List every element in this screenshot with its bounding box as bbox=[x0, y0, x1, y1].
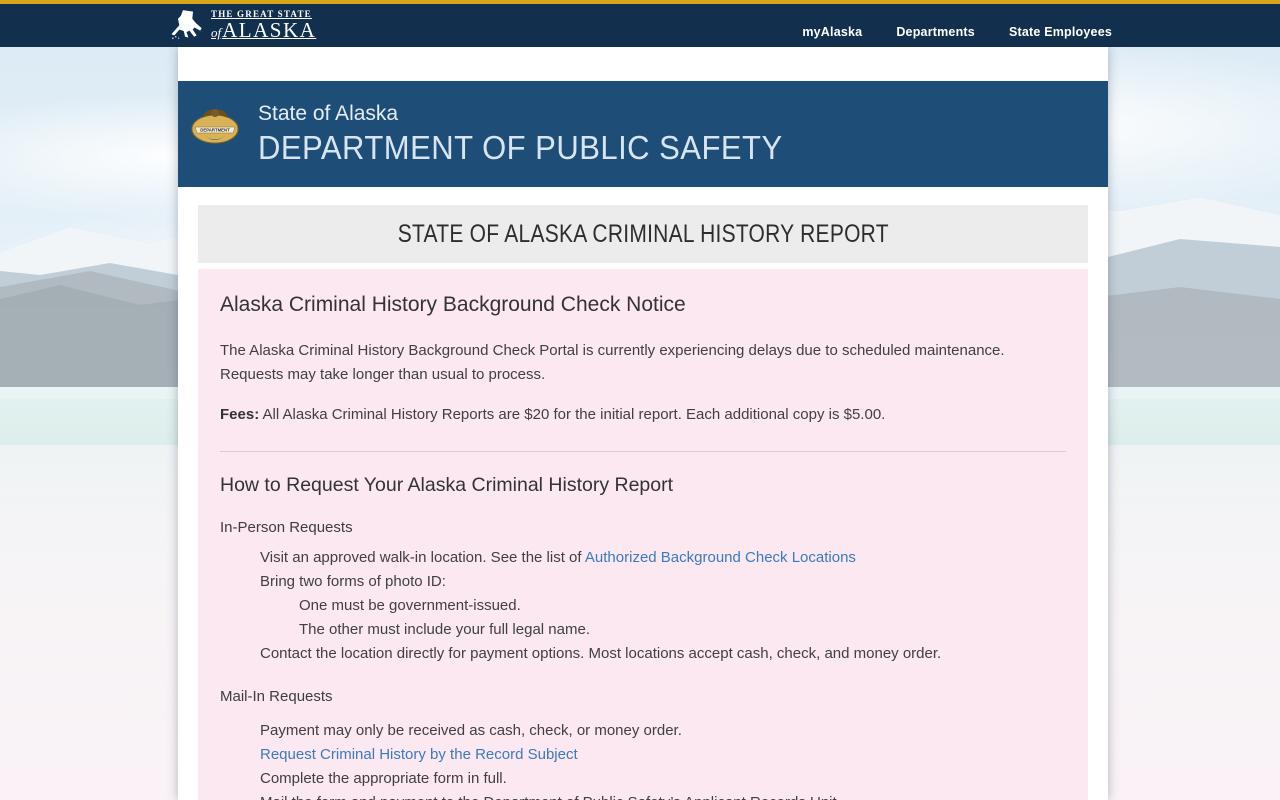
in-person-requests-heading: In-Person Requests bbox=[220, 519, 353, 536]
list-item: Request Criminal History by the Record S… bbox=[220, 743, 1066, 767]
request-by-record-subject-link[interactable]: Request Criminal History by the Record S… bbox=[260, 746, 578, 763]
notice-heading: Alaska Criminal History Background Check… bbox=[220, 293, 686, 316]
mail-in-requests-list: Payment may only be received as cash, ch… bbox=[220, 719, 1066, 800]
criminal-history-info-panel: Alaska Criminal History Background Check… bbox=[198, 269, 1088, 800]
page-content-column: DEPARTMENT State of Alaska DEPARTMENT OF… bbox=[178, 47, 1108, 800]
fees-label: Fees: bbox=[220, 406, 260, 423]
agency-parent-title: State of Alaska bbox=[258, 101, 399, 125]
list-item: One must be government-issued. bbox=[299, 597, 521, 614]
logo-state-name: ALASKA bbox=[222, 18, 317, 42]
state-of-alaska-logo[interactable]: THE GREAT STATE ofALASKA bbox=[170, 7, 316, 45]
notice-body-text: The Alaska Criminal History Background C… bbox=[220, 342, 1005, 383]
logo-wordmark: THE GREAT STATE ofALASKA bbox=[211, 10, 316, 41]
list-item: Mail the form and payment to the Departm… bbox=[220, 791, 1066, 800]
in-person-requests-list: Visit an approved walk-in location. See … bbox=[220, 546, 1066, 666]
fees-line: Fees: All Alaska Criminal History Report… bbox=[220, 403, 1066, 427]
fees-text: All Alaska Criminal History Reports are … bbox=[259, 406, 886, 423]
list-item: Visit an approved walk-in location. See … bbox=[220, 546, 1066, 570]
nav-link-myalaska[interactable]: myAlaska bbox=[802, 25, 862, 39]
list-item: Payment may only be received as cash, ch… bbox=[260, 722, 682, 739]
nav-link-state-employees[interactable]: State Employees bbox=[1009, 25, 1112, 39]
agency-name-title: DEPARTMENT OF PUBLIC SAFETY bbox=[258, 128, 783, 166]
mail-in-requests-heading: Mail-In Requests bbox=[220, 688, 333, 705]
list-item: Contact the location directly for paymen… bbox=[260, 645, 942, 662]
list-item: The other must include your full legal n… bbox=[299, 621, 590, 638]
how-to-request-heading: How to Request Your Alaska Criminal Hist… bbox=[220, 474, 674, 496]
section-divider bbox=[220, 451, 1066, 452]
statewide-nav-links: myAlaska Departments State Employees bbox=[802, 25, 1112, 39]
page-title-bar: STATE OF ALASKA CRIMINAL HISTORY REPORT bbox=[198, 205, 1088, 263]
list-item: Complete the appropriate form in full. bbox=[260, 770, 507, 787]
authorized-locations-link[interactable]: Authorized Background Check Locations bbox=[585, 549, 856, 566]
agency-header-banner: DEPARTMENT State of Alaska DEPARTMENT OF… bbox=[178, 81, 1108, 187]
agency-titles: State of Alaska DEPARTMENT OF PUBLIC SAF… bbox=[258, 102, 816, 167]
logo-of: of bbox=[211, 25, 222, 40]
statewide-navbar: THE GREAT STATE ofALASKA myAlaska Depart… bbox=[0, 0, 1280, 47]
list-item-text: Visit an approved walk-in location. See … bbox=[260, 549, 585, 566]
nav-link-departments[interactable]: Departments bbox=[896, 25, 975, 39]
alaska-state-silhouette-icon bbox=[171, 9, 202, 39]
svg-text:DEPARTMENT: DEPARTMENT bbox=[200, 128, 230, 133]
dps-seal-icon: DEPARTMENT bbox=[191, 109, 239, 144]
page-title: STATE OF ALASKA CRIMINAL HISTORY REPORT bbox=[397, 219, 889, 248]
list-item: Bring two forms of photo ID: bbox=[260, 573, 446, 590]
